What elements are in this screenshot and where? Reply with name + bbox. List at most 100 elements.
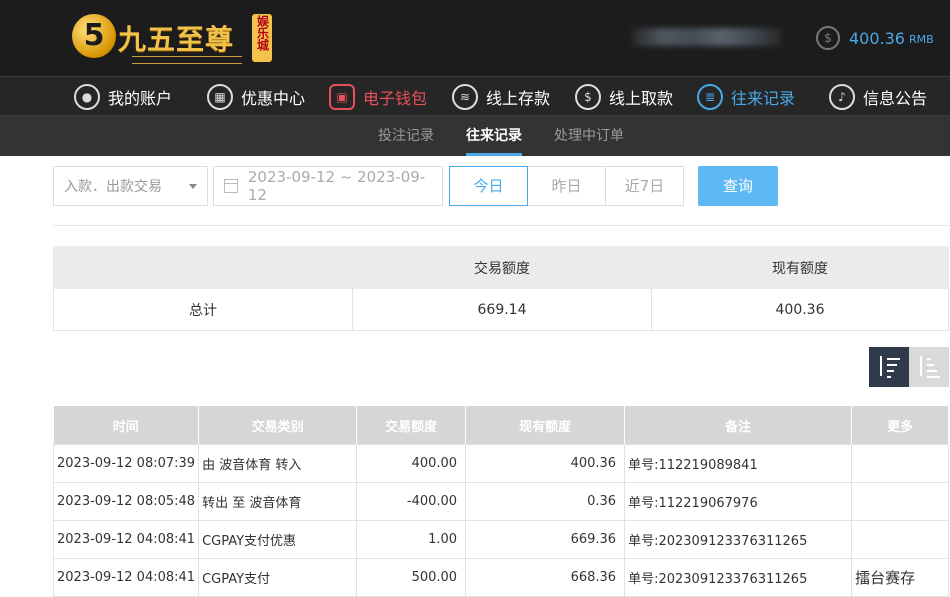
cell-type: 由 波音体育 转入 bbox=[198, 444, 358, 483]
today-button[interactable]: 今日 bbox=[449, 166, 528, 206]
records-header-row: 时间 交易类别 交易额度 现有额度 备注 更多 bbox=[53, 406, 949, 445]
yesterday-button[interactable]: 昨日 bbox=[527, 166, 606, 206]
cell-note: 单号:112219067976 bbox=[624, 482, 853, 521]
cell-note: 单号:112219089841 bbox=[624, 444, 853, 483]
nav-item-promotions[interactable]: ▦ 优惠中心 bbox=[207, 81, 305, 113]
last-7-days-button[interactable]: 近7日 bbox=[605, 166, 684, 206]
masked-username bbox=[632, 28, 782, 46]
transaction-type-select[interactable]: 入款．出款交易 bbox=[53, 166, 208, 206]
balance-currency: RMB bbox=[908, 33, 934, 46]
col-header-balance: 现有额度 bbox=[465, 406, 626, 445]
sub-nav: 投注记录 往来记录 处理中订单 bbox=[0, 116, 950, 156]
cell-amount: -400.00 bbox=[356, 482, 467, 521]
nav-item-records[interactable]: ≣ 往来记录 bbox=[697, 81, 795, 113]
sort-bar bbox=[927, 364, 934, 366]
gift-icon: ▦ bbox=[207, 84, 233, 110]
withdraw-icon: $ bbox=[575, 84, 601, 110]
cell-balance: 0.36 bbox=[465, 482, 626, 521]
top-header: 5 九五至尊 娱乐城 $ 400.36 RMB bbox=[0, 0, 950, 76]
nav-item-account[interactable]: ● 我的账户 bbox=[74, 81, 172, 113]
summary-row: 总计 669.14 400.36 bbox=[53, 288, 949, 331]
table-row: 2023-09-12 08:07:39 由 波音体育 转入 400.00 400… bbox=[52, 444, 949, 483]
cell-time: 2023-09-12 08:05:48 bbox=[52, 482, 200, 521]
query-button[interactable]: 查询 bbox=[698, 166, 778, 206]
nav-item-label: 信息公告 bbox=[863, 89, 928, 108]
main-nav: ● 我的账户 ▦ 优惠中心 ▣ 电子钱包 ≋ 线上存款 $ 线上取款 ≣ 往来记… bbox=[0, 76, 950, 116]
transaction-type-value: 入款．出款交易 bbox=[64, 179, 162, 195]
cell-type: CGPAY支付优惠 bbox=[198, 520, 358, 559]
brand-badge: 娱乐城 bbox=[252, 14, 272, 62]
sort-bar bbox=[887, 358, 900, 360]
cell-balance: 669.36 bbox=[465, 520, 626, 559]
summary-table: 交易额度 现有额度 总计 669.14 400.36 bbox=[53, 246, 949, 331]
sort-bar bbox=[927, 376, 940, 378]
cell-more bbox=[851, 482, 949, 521]
cell-balance: 400.36 bbox=[465, 444, 626, 483]
logo-ornament bbox=[132, 56, 242, 64]
cell-type: 转出 至 波音体育 bbox=[198, 482, 358, 521]
chevron-down-icon bbox=[189, 184, 197, 189]
sort-bar bbox=[927, 358, 931, 360]
col-header-note: 备注 bbox=[624, 406, 853, 445]
sort-arrow bbox=[880, 356, 882, 376]
col-header-type: 交易类别 bbox=[198, 406, 358, 445]
nav-item-announcements[interactable]: ♪ 信息公告 bbox=[829, 81, 927, 113]
deposit-icon: ≋ bbox=[452, 84, 478, 110]
records-icon: ≣ bbox=[697, 84, 723, 110]
summary-header-trade: 交易额度 bbox=[352, 246, 652, 289]
sort-ascending-button[interactable] bbox=[909, 347, 949, 387]
sort-bar bbox=[927, 370, 937, 372]
nav-item-label: 线上取款 bbox=[609, 89, 674, 108]
bell-icon: ♪ bbox=[829, 84, 855, 110]
tab-pending-orders[interactable]: 处理中订单 bbox=[554, 116, 624, 156]
quick-date-segment: 今日 昨日 近7日 bbox=[449, 166, 684, 206]
cell-more-link[interactable]: 擂台赛存 bbox=[851, 558, 949, 597]
brand-logo[interactable]: 5 九五至尊 娱乐城 bbox=[72, 12, 272, 66]
divider bbox=[53, 225, 950, 226]
date-range-value: 2023-09-12 ~ 2023-09-12 bbox=[247, 168, 426, 204]
wallet-icon: ▣ bbox=[329, 84, 355, 110]
calendar-icon bbox=[224, 179, 238, 193]
cell-more bbox=[851, 520, 949, 559]
account-balance: $ 400.36 RMB bbox=[816, 26, 934, 50]
nav-item-label: 线上存款 bbox=[486, 89, 551, 108]
nav-item-deposit[interactable]: ≋ 线上存款 bbox=[452, 81, 550, 113]
nav-item-withdraw[interactable]: $ 线上取款 bbox=[575, 81, 673, 113]
balance-amount: 400.36 bbox=[849, 28, 905, 48]
cell-type: CGPAY支付 bbox=[198, 558, 358, 597]
sort-bar bbox=[887, 364, 897, 366]
cell-amount: 500.00 bbox=[356, 558, 467, 597]
table-row: 2023-09-12 04:08:41 CGPAY支付 500.00 668.3… bbox=[52, 558, 949, 597]
nav-item-label: 我的账户 bbox=[108, 89, 173, 108]
cell-more bbox=[851, 444, 949, 483]
nav-item-label: 电子钱包 bbox=[363, 89, 428, 108]
records-table: 时间 交易类别 交易额度 现有额度 备注 更多 2023-09-12 08:07… bbox=[52, 406, 949, 597]
tab-transaction-records[interactable]: 往来记录 bbox=[466, 116, 522, 156]
sort-descending-icon bbox=[878, 356, 900, 378]
cell-time: 2023-09-12 04:08:41 bbox=[52, 520, 200, 559]
summary-trade-total: 669.14 bbox=[352, 288, 652, 331]
summary-header-row: 交易额度 现有额度 bbox=[53, 246, 949, 289]
user-icon: ● bbox=[74, 84, 100, 110]
table-row: 2023-09-12 04:08:41 CGPAY支付优惠 1.00 669.3… bbox=[52, 520, 949, 559]
cell-balance: 668.36 bbox=[465, 558, 626, 597]
summary-row-label: 总计 bbox=[53, 288, 353, 331]
col-header-time: 时间 bbox=[53, 406, 200, 445]
col-header-amount: 交易额度 bbox=[356, 406, 467, 445]
sort-bar bbox=[887, 370, 894, 372]
cell-amount: 1.00 bbox=[356, 520, 467, 559]
nav-item-wallet[interactable]: ▣ 电子钱包 bbox=[329, 81, 427, 113]
sort-ascending-icon bbox=[918, 356, 940, 378]
sort-bar bbox=[887, 376, 891, 378]
cell-time: 2023-09-12 04:08:41 bbox=[52, 558, 200, 597]
logo-emblem: 5 bbox=[72, 14, 116, 58]
sort-descending-button[interactable] bbox=[869, 347, 909, 387]
col-header-more: 更多 bbox=[851, 406, 949, 445]
cell-note: 单号:20230912337631126​5 bbox=[624, 520, 853, 559]
nav-item-label: 往来记录 bbox=[731, 89, 796, 108]
sort-arrow bbox=[920, 356, 922, 376]
tab-bet-records[interactable]: 投注记录 bbox=[378, 116, 434, 156]
date-range-input[interactable]: 2023-09-12 ~ 2023-09-12 bbox=[213, 166, 443, 206]
cell-time: 2023-09-12 08:07:39 bbox=[52, 444, 200, 483]
nav-item-label: 优惠中心 bbox=[241, 89, 306, 108]
